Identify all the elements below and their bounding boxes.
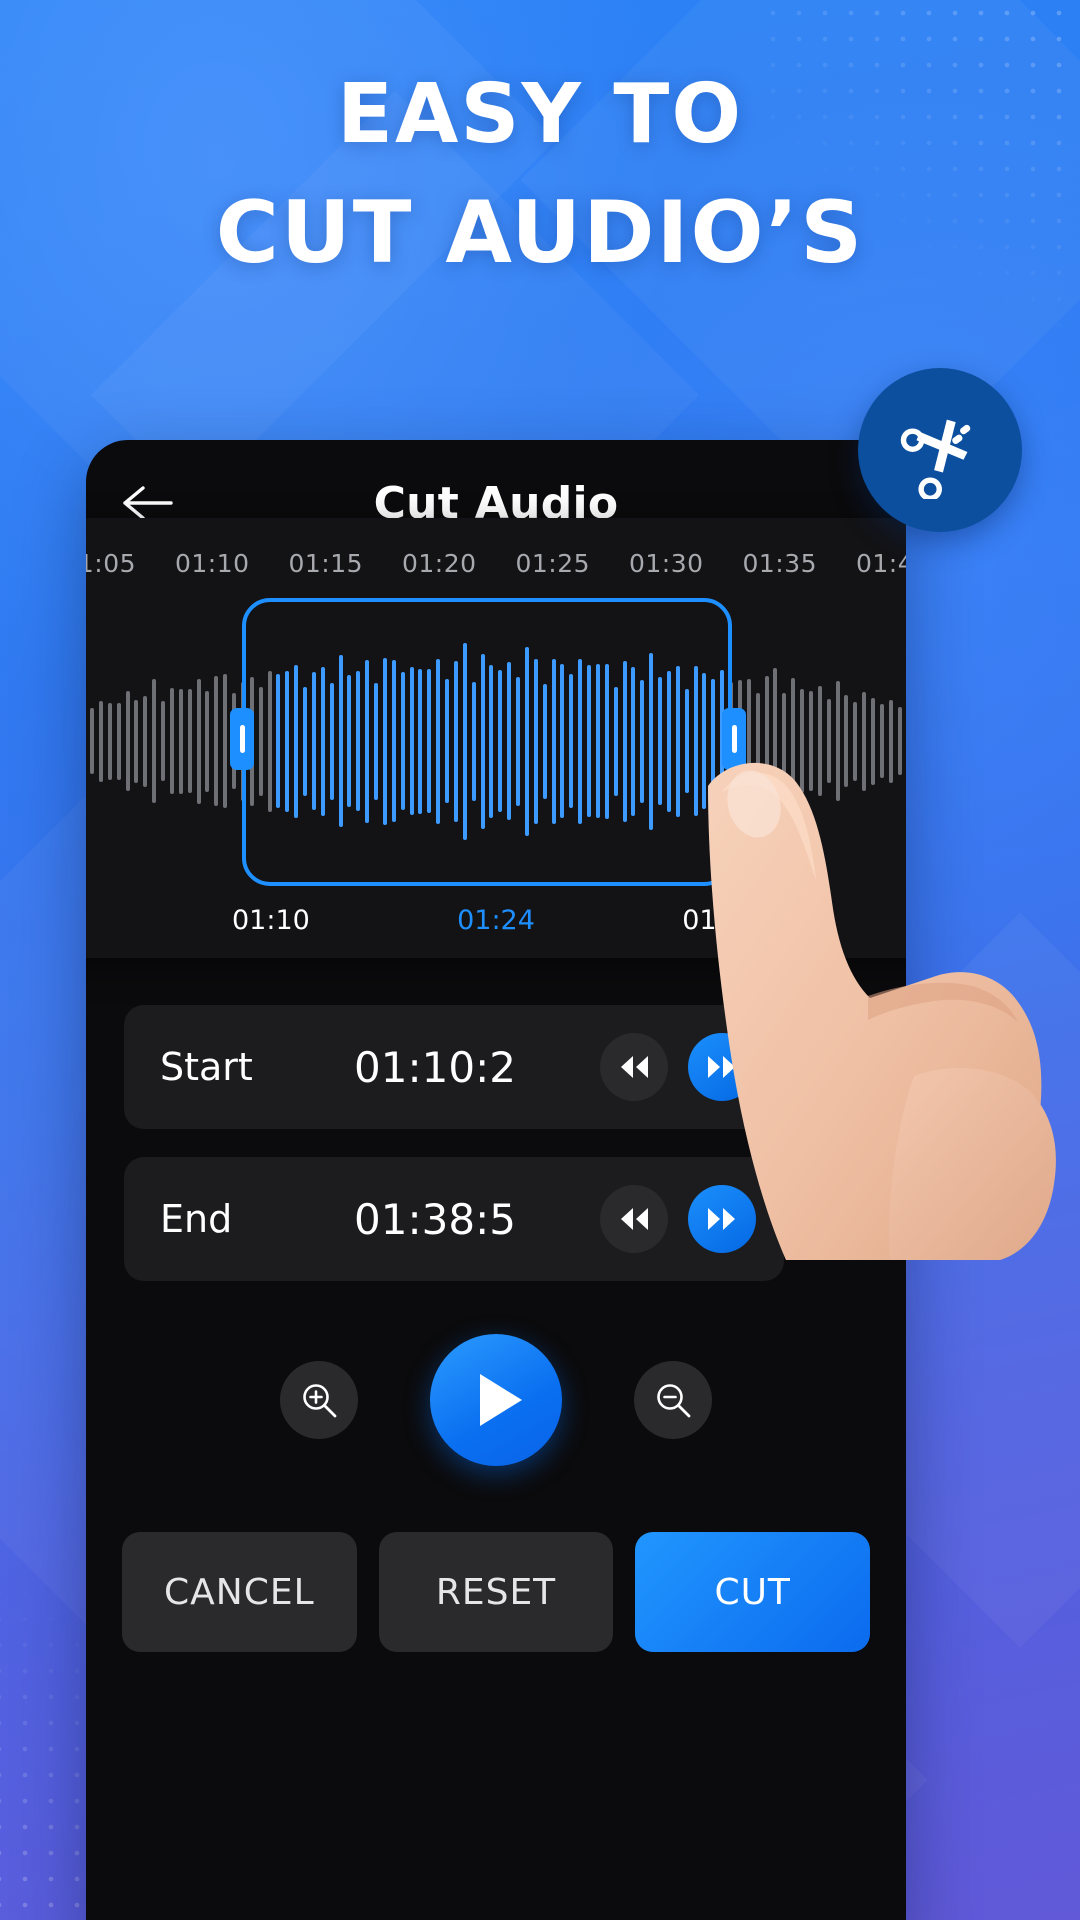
end-rewind-icon[interactable]	[600, 1185, 668, 1253]
selection-start-time: 01:10	[232, 905, 310, 936]
start-value[interactable]: 01:10:2	[270, 1043, 600, 1092]
cut-button[interactable]: CUT	[635, 1532, 871, 1652]
zoom-in-icon[interactable]	[280, 1361, 358, 1439]
ruler-tick: 01:15	[288, 548, 364, 578]
selection-start-handle[interactable]	[230, 708, 254, 770]
start-time-row: Start 01:10:2	[124, 1005, 784, 1129]
cancel-button[interactable]: CANCEL	[122, 1532, 357, 1652]
start-rewind-icon[interactable]	[600, 1033, 668, 1101]
ruler-tick: 01:40	[855, 548, 906, 578]
end-time-row: End 01:38:5	[124, 1157, 784, 1281]
promo-headline: EASY TO CUT AUDIO’S	[0, 56, 1080, 292]
zoom-out-icon[interactable]	[634, 1361, 712, 1439]
ruler-tick: 01:20	[401, 548, 477, 578]
ruler-tick: 01:05	[86, 548, 137, 578]
transport-controls	[86, 1320, 906, 1480]
pointing-hand-illustration	[708, 762, 1056, 1260]
scissors-icon	[858, 368, 1022, 532]
timeline-ruler: 01:05 01:10 01:15 01:20 01:25 01:30 01:3…	[86, 542, 906, 584]
end-value[interactable]: 01:38:5	[270, 1195, 600, 1244]
ruler-tick: 01:30	[628, 548, 704, 578]
playhead-time: 01:24	[457, 905, 535, 936]
headline-line-1: EASY TO	[336, 67, 744, 162]
play-icon[interactable]	[430, 1334, 562, 1466]
headline-line-2: CUT AUDIO’S	[215, 183, 865, 283]
ruler-tick: 01:10	[174, 548, 250, 578]
action-buttons: CANCEL RESET CUT	[122, 1532, 871, 1652]
ruler-tick: 01:35	[742, 548, 818, 578]
ruler-tick: 01:25	[515, 548, 591, 578]
reset-button[interactable]: RESET	[378, 1532, 614, 1652]
